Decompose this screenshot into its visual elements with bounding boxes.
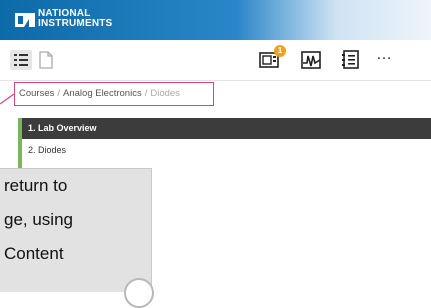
breadcrumb-analog-electronics[interactable]: Analog Electronics xyxy=(63,88,142,99)
breadcrumb-separator: / xyxy=(57,88,61,99)
brand-name: NATIONAL INSTRUMENTS xyxy=(38,9,112,29)
breadcrumb-courses[interactable]: Courses xyxy=(19,88,54,99)
notes-icon[interactable] xyxy=(340,48,364,72)
tooltip-line-1: return to xyxy=(4,176,68,195)
tooltip-line-2: ge, using xyxy=(4,210,73,229)
toolbar: … xyxy=(0,40,431,81)
instruction-tooltip: return to ge, using Content xyxy=(0,168,152,292)
oscilloscope-icon[interactable] xyxy=(300,48,324,72)
brand-line-2: INSTRUMENTS xyxy=(38,18,113,29)
more-options-button[interactable]: … xyxy=(376,46,392,64)
app-header: NATIONAL INSTRUMENTS xyxy=(0,0,431,40)
notification-badge: 1 xyxy=(274,45,286,57)
tooltip-line-3: Content xyxy=(4,244,64,263)
breadcrumb-current-diodes: Diodes xyxy=(150,88,180,99)
nav-item-lab-overview[interactable]: 1. Lab Overview xyxy=(22,118,431,139)
eagle-logo-icon xyxy=(15,13,35,27)
national-instruments-logo[interactable]: NATIONAL INSTRUMENTS xyxy=(14,8,122,32)
nav-item-diodes[interactable]: 2. Diodes xyxy=(22,140,431,160)
page-view-icon[interactable] xyxy=(37,50,55,70)
step-marker-circle xyxy=(124,278,154,308)
breadcrumb: Courses / Analog Electronics / Diodes xyxy=(14,82,214,106)
list-view-icon[interactable] xyxy=(10,50,32,70)
